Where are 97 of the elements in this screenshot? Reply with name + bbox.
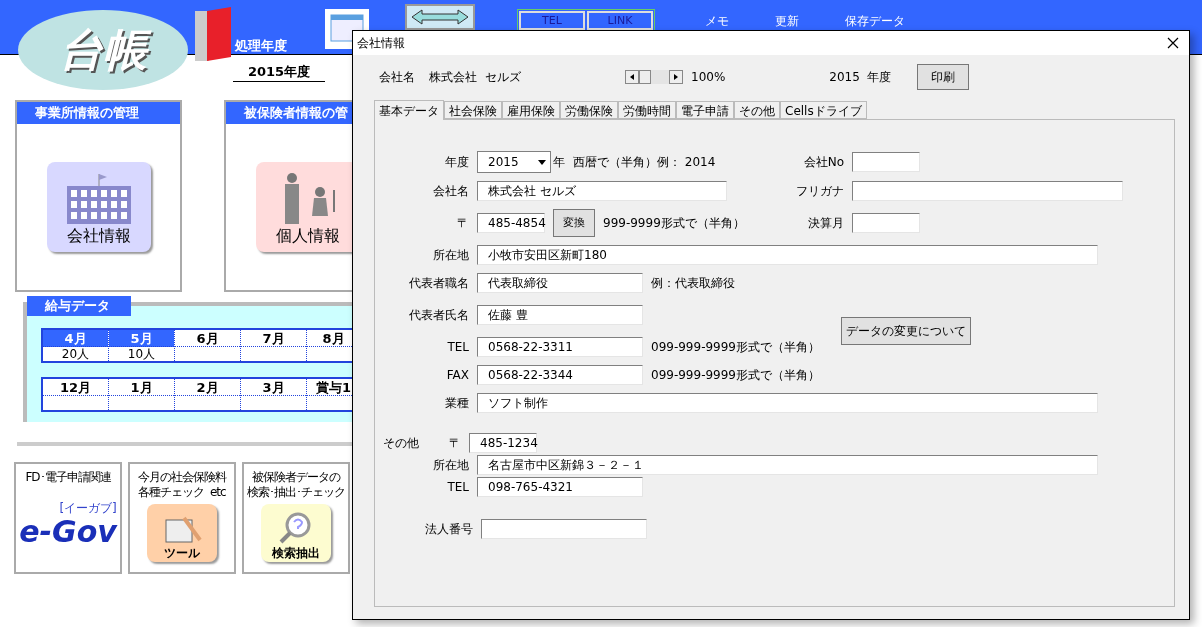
search-button[interactable]: 検索抽出: [261, 504, 331, 562]
field-label: 〒: [448, 435, 461, 452]
tab[interactable]: その他: [734, 101, 780, 119]
tool-tile[interactable]: FD･電子申請関連 [イーガブ] e-Gov: [14, 462, 122, 574]
tool-caption: 各種チェック etc: [138, 485, 226, 500]
print-button[interactable]: 印刷: [917, 64, 970, 90]
representative-title-field[interactable]: 代表取締役: [477, 273, 643, 293]
address-field[interactable]: 小牧市安田区新町180: [477, 245, 1098, 265]
tab[interactable]: 社会保険: [444, 101, 502, 119]
personal-info-button[interactable]: 個人情報: [255, 162, 352, 252]
field-label: 会社名: [432, 183, 469, 200]
month-header: 3月: [241, 379, 306, 396]
field-label: フリガナ: [795, 183, 844, 200]
field-label: 所在地: [432, 457, 469, 474]
field-label: FAX: [445, 367, 469, 384]
field-label: 代表者氏名: [408, 307, 469, 324]
field-label: 〒: [456, 215, 469, 232]
other-address-field[interactable]: 名古屋市中区新錦３－２－１: [477, 455, 1098, 475]
app-logo: 台帳: [18, 10, 188, 90]
section-title: 被保険者情報の管: [226, 102, 352, 124]
industry-field[interactable]: ソフト制作: [477, 393, 1098, 413]
tool-caption: 今月の社会保険料: [138, 470, 226, 485]
table-cell-text: 20人: [60, 347, 91, 361]
right-arrow-icon: [674, 74, 678, 80]
table-cell-text: 10人: [126, 347, 157, 361]
field-label: 代表者職名: [408, 275, 469, 292]
menu-item[interactable]: メモ: [705, 12, 729, 30]
fax-field[interactable]: 0568-22-3344: [477, 365, 643, 385]
company-name-text: 株式会社 セルズ: [429, 69, 522, 86]
month-header: 8月: [307, 330, 352, 347]
tab[interactable]: 基本データ: [374, 100, 444, 120]
year-combobox[interactable]: 2015: [477, 151, 551, 173]
year-text: 2015 年度: [829, 69, 892, 86]
tab[interactable]: 雇用保険: [502, 101, 560, 119]
left-arrow-icon: [630, 74, 634, 80]
fiscal-year-value: 2015年度: [233, 61, 325, 82]
field-label: 会社No: [802, 154, 844, 171]
window-title: 会社情報: [357, 35, 405, 52]
data-change-button[interactable]: データの変更について: [841, 317, 971, 345]
representative-name-field[interactable]: 佐藤 豊: [477, 305, 643, 325]
other-label: その他: [383, 435, 419, 452]
tool-tile[interactable]: 被保険者データの 検索･抽出･チェック 検索抽出: [242, 462, 350, 574]
month-header: 4月: [43, 330, 108, 347]
hint-text: 999-9999形式で（半角）: [603, 215, 745, 232]
egov-logo: [イーガブ] e-Gov: [19, 500, 117, 547]
other-postal-code-field[interactable]: 485-1234: [469, 433, 537, 453]
month-header: 12月: [43, 379, 108, 396]
furigana-field[interactable]: [852, 181, 1123, 201]
month-header: 7月: [241, 330, 306, 347]
hint-text: 099-999-9999形式で（半角）: [651, 339, 820, 356]
month-header: 5月: [109, 330, 174, 347]
month-header: 賞与1: [307, 379, 352, 396]
convert-button[interactable]: 変換: [553, 209, 595, 237]
section-title: 事業所情報の管理: [17, 102, 180, 124]
company-number-field[interactable]: [852, 152, 920, 172]
hint-text: 099-999-9999形式で（半角）: [651, 367, 820, 384]
field-label: TEL: [446, 479, 469, 496]
company-info-button[interactable]: 会社情報: [46, 162, 151, 252]
binder-icon: [193, 5, 233, 63]
tool-tile[interactable]: 今月の社会保険料 各種チェック etc ツール: [128, 462, 236, 574]
field-label: 業種: [444, 395, 469, 412]
phone-field[interactable]: 0568-22-3311: [477, 337, 643, 357]
zoom-scrollbar[interactable]: [625, 70, 683, 84]
month-header: 2月: [175, 379, 240, 396]
company-name-field[interactable]: 株式会社 セルズ: [477, 181, 727, 201]
month-header: 1月: [109, 379, 174, 396]
other-phone-field[interactable]: 098-765-4321: [477, 477, 643, 497]
tab[interactable]: 労働保険: [560, 101, 618, 119]
arrows-button[interactable]: [405, 4, 475, 30]
salary-title: 給与データ: [27, 296, 131, 316]
closing-month-field[interactable]: [852, 213, 920, 233]
dropdown-arrow-icon: [538, 159, 546, 165]
left-right-arrows-icon: [410, 8, 470, 26]
field-label: 決算月: [807, 215, 844, 232]
month-header: 6月: [175, 330, 240, 347]
field-label: 年度: [444, 154, 469, 171]
menu-item[interactable]: 保存データ: [845, 12, 905, 30]
tab[interactable]: 電子申請: [676, 101, 734, 119]
tool-button[interactable]: ツール: [147, 504, 217, 562]
postal-code-field[interactable]: 485-4854: [477, 213, 545, 233]
tab[interactable]: 労働時間: [618, 101, 676, 119]
year-unit: 年: [553, 154, 565, 171]
field-label: 法人番号: [424, 521, 473, 538]
hint-text: 例：代表取締役: [651, 275, 735, 292]
zoom-value: 100%: [691, 69, 726, 86]
field-label: 所在地: [432, 247, 469, 264]
tab[interactable]: Cellsドライブ: [780, 101, 867, 119]
company-label: 会社名: [379, 69, 415, 86]
close-icon[interactable]: [1167, 37, 1179, 49]
tool-caption: 検索･抽出･チェック: [247, 485, 345, 500]
tool-caption: 被保険者データの: [252, 470, 340, 485]
fiscal-year-label: 処理年度: [235, 37, 288, 55]
tool-caption: FD･電子申請関連: [25, 470, 111, 485]
field-label: TEL: [446, 339, 469, 356]
menu-item[interactable]: 更新: [775, 12, 799, 30]
hint-text: 西暦で（半角）例： 2014: [573, 154, 716, 171]
corporate-number-field[interactable]: [481, 519, 647, 539]
